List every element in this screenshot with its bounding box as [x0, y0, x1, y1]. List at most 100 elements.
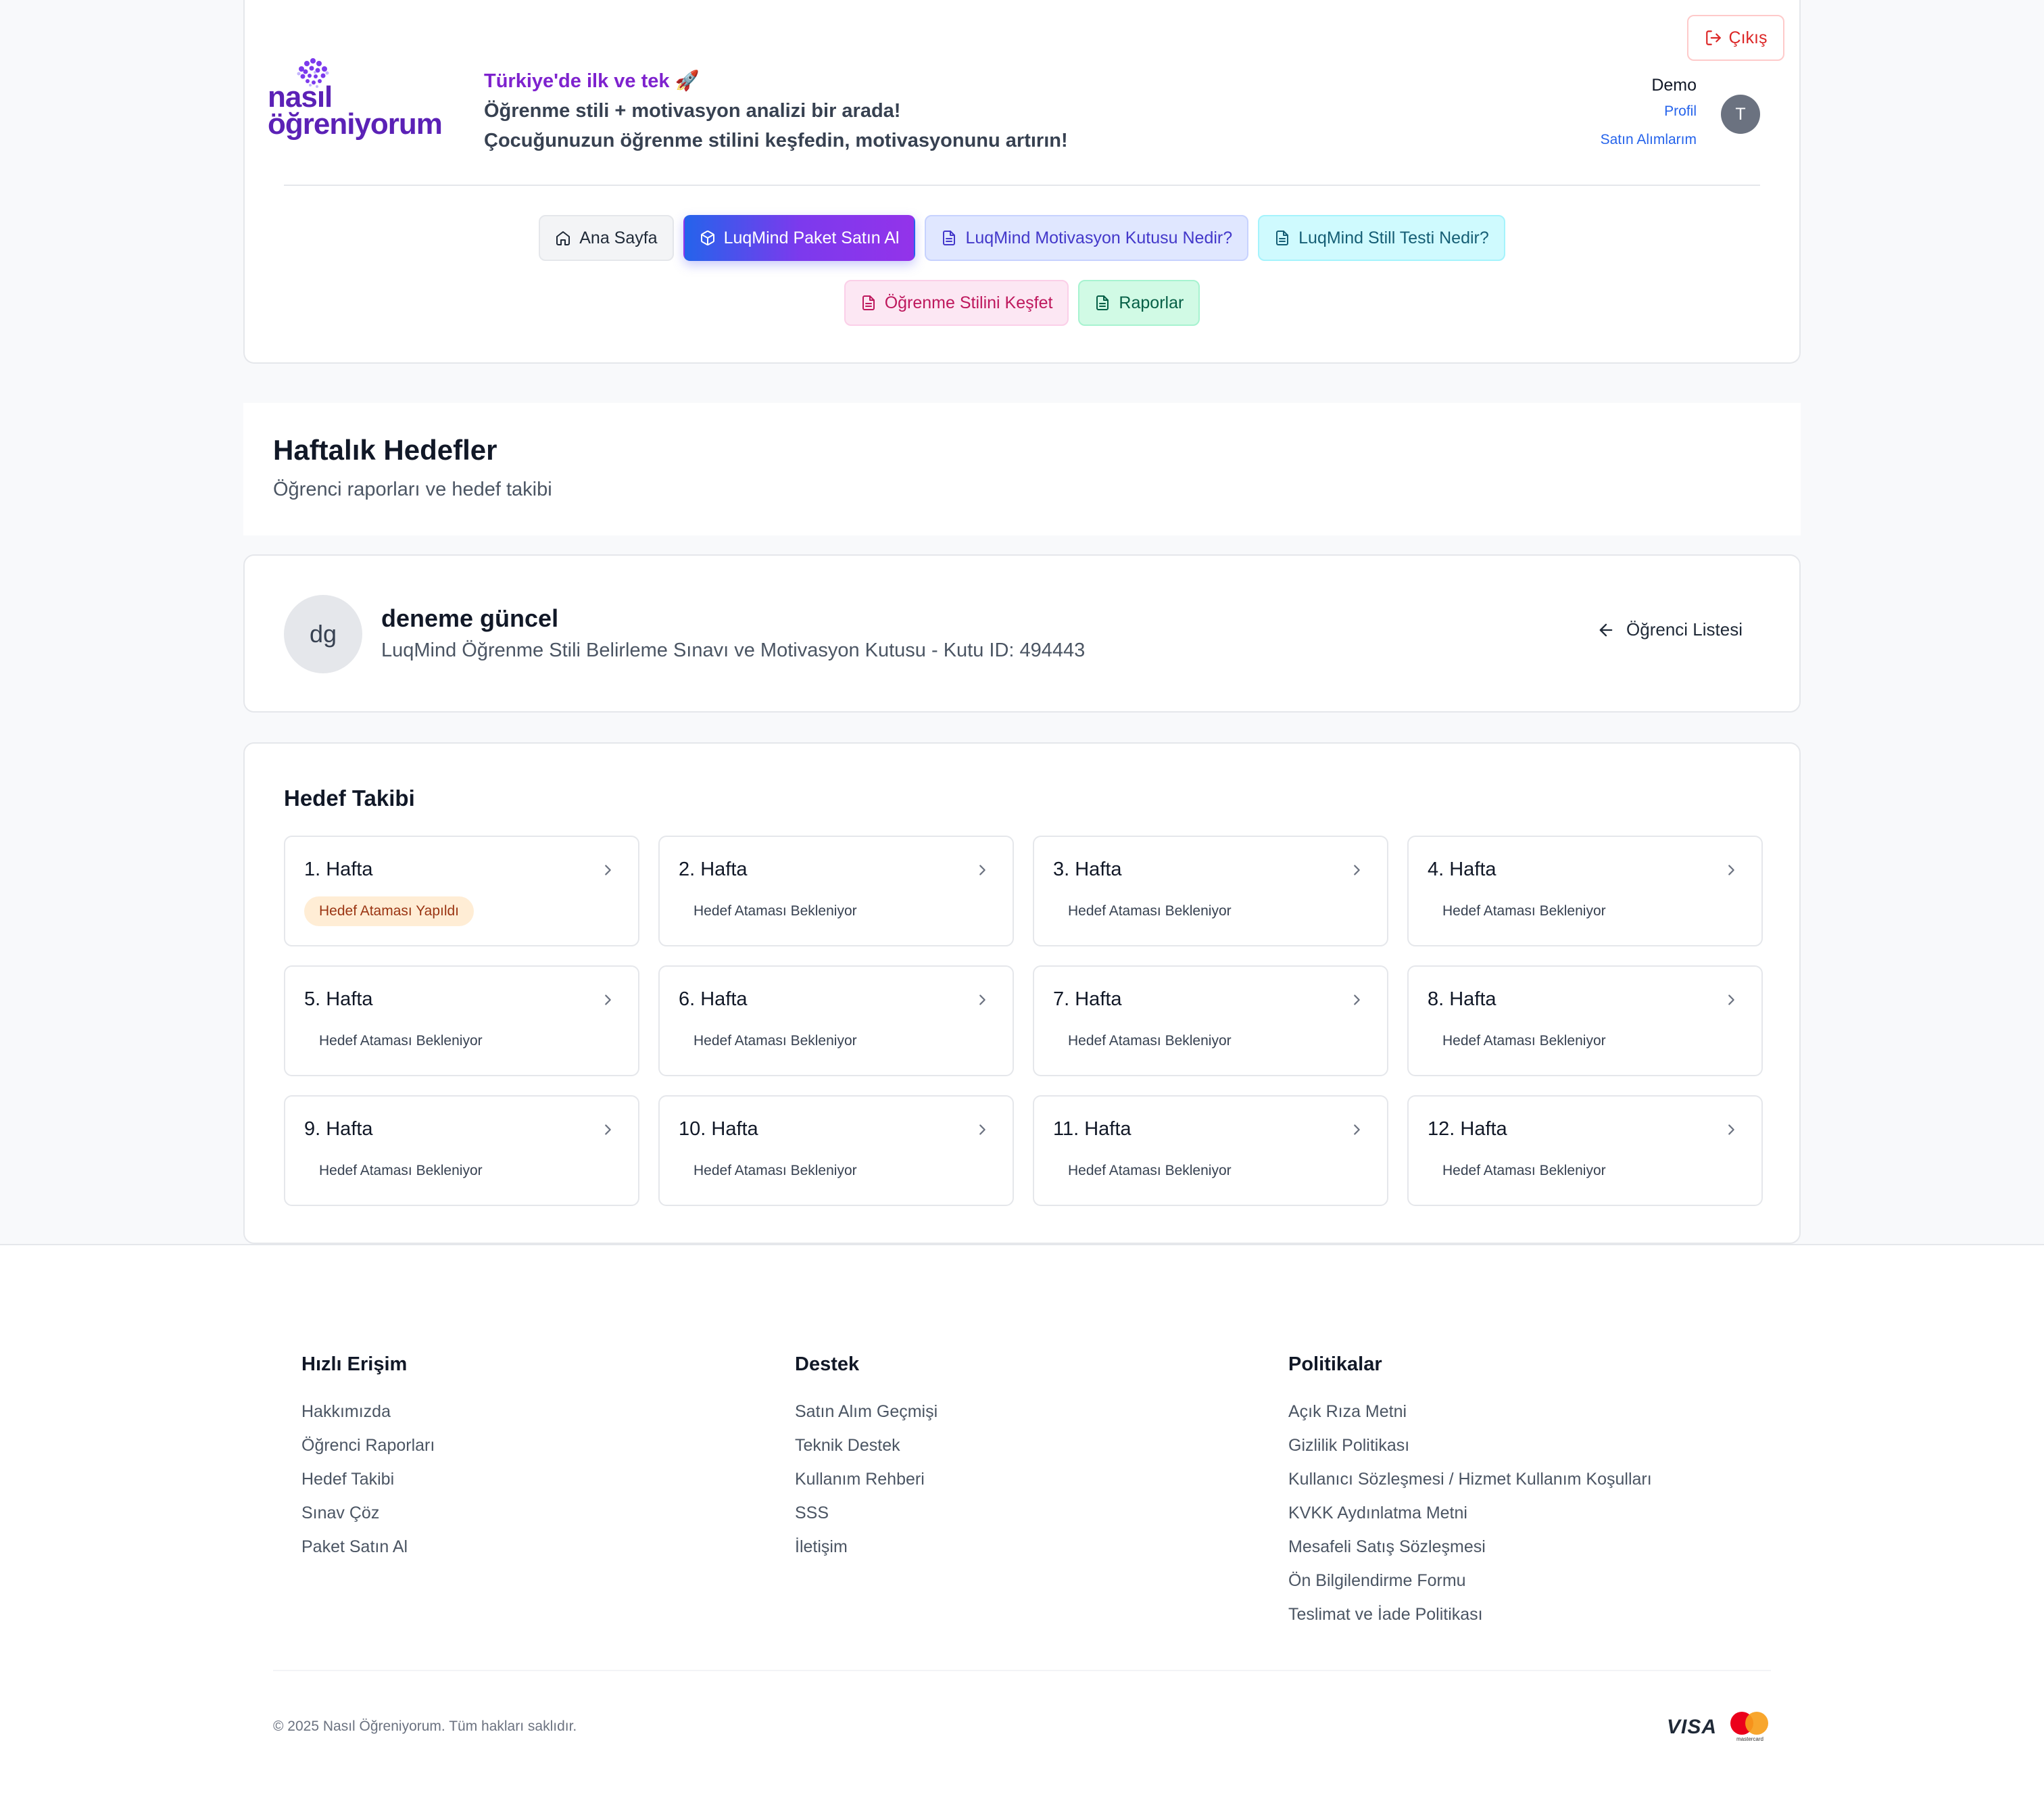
footer-policies-title: Politikalar: [1288, 1353, 1382, 1375]
status-badge: Hedef Ataması Bekleniyor: [694, 1163, 857, 1178]
nav-home-button[interactable]: Ana Sayfa: [539, 215, 674, 261]
week-title: 3. Hafta: [1053, 859, 1122, 880]
week-card[interactable]: 8. Hafta Hedef Ataması Bekleniyor: [1407, 965, 1763, 1076]
student-card: dg deneme güncel LuqMind Öğrenme Stili B…: [243, 554, 1801, 713]
week-card[interactable]: 11. Hafta Hedef Ataması Bekleniyor: [1033, 1095, 1388, 1206]
user-name: Demo: [1651, 76, 1697, 95]
header-divider: [284, 185, 1760, 186]
package-icon: [700, 231, 714, 245]
week-title: 5. Hafta: [304, 988, 373, 1010]
chevron-right-icon: [1728, 865, 1734, 875]
status-badge: Hedef Ataması Bekleniyor: [1068, 1163, 1232, 1178]
footer-quick-access-title: Hızlı Erişim: [301, 1353, 408, 1375]
week-title: 10. Hafta: [679, 1118, 758, 1140]
week-card[interactable]: 10. Hafta Hedef Ataması Bekleniyor: [658, 1095, 1014, 1206]
footer-link[interactable]: KVKK Aydınlatma Metni: [1288, 1496, 1652, 1530]
footer-link[interactable]: Öğrenci Raporları: [301, 1428, 435, 1462]
footer-link[interactable]: Teknik Destek: [795, 1428, 938, 1462]
footer-link[interactable]: Ön Bilgilendirme Formu: [1288, 1564, 1652, 1597]
nav-still-test-button[interactable]: LuqMind Still Testi Nedir?: [1258, 215, 1505, 261]
chevron-right-icon: [979, 865, 986, 875]
arrow-left-icon: [1599, 623, 1613, 636]
footer-link[interactable]: SSS: [795, 1496, 938, 1530]
main-nav-row-2: Öğrenme Stilini Keşfet Raporlar: [245, 280, 1799, 326]
footer-link[interactable]: Hakkımızda: [301, 1395, 435, 1428]
footer-support: Destek Satın Alım Geçmişi Teknik Destek …: [795, 1353, 938, 1564]
document-icon: [1096, 295, 1109, 310]
brand-logo[interactable]: nasıl öğreniyorum: [268, 54, 450, 142]
document-icon: [862, 295, 875, 310]
tagline-line-3: Çocuğunuzun öğrenme stilini keşfedin, mo…: [484, 130, 1068, 151]
week-title: 1. Hafta: [304, 859, 373, 880]
payment-icons: VISA mastercard: [1667, 1712, 1770, 1743]
week-title: 8. Hafta: [1428, 988, 1496, 1010]
student-name: deneme güncel: [381, 604, 559, 632]
status-badge: Hedef Ataması Bekleniyor: [1442, 1163, 1606, 1178]
status-badge: Hedef Ataması Bekleniyor: [1442, 1033, 1606, 1049]
goal-tracking-card: Hedef Takibi 1. Hafta Hedef Ataması Yapı…: [243, 742, 1801, 1244]
profile-link[interactable]: Profil: [1601, 97, 1697, 126]
main-nav-row-1: Ana Sayfa LuqMind Paket Satın Al LuqMind…: [245, 215, 1799, 261]
status-badge: Hedef Ataması Bekleniyor: [694, 1033, 857, 1049]
logout-button[interactable]: Çıkış: [1687, 15, 1784, 61]
week-title: 11. Hafta: [1053, 1118, 1132, 1140]
week-card[interactable]: 4. Hafta Hedef Ataması Bekleniyor: [1407, 836, 1763, 946]
nav-still-test-label: LuqMind Still Testi Nedir?: [1298, 228, 1489, 247]
page-subtitle: Öğrenci raporları ve hedef takibi: [273, 479, 552, 500]
week-card[interactable]: 9. Hafta Hedef Ataması Bekleniyor: [284, 1095, 639, 1206]
avatar[interactable]: T: [1721, 95, 1760, 134]
status-badge: Hedef Ataması Bekleniyor: [319, 1033, 483, 1049]
chevron-right-icon: [605, 865, 611, 875]
week-card[interactable]: 6. Hafta Hedef Ataması Bekleniyor: [658, 965, 1014, 1076]
footer-divider: [273, 1670, 1771, 1671]
week-title: 2. Hafta: [679, 859, 748, 880]
week-card[interactable]: 3. Hafta Hedef Ataması Bekleniyor: [1033, 836, 1388, 946]
week-title: 6. Hafta: [679, 988, 748, 1010]
footer-link[interactable]: Kullanım Rehberi: [795, 1462, 938, 1496]
nav-buy-package-button[interactable]: LuqMind Paket Satın Al: [683, 215, 916, 261]
week-title: 9. Hafta: [304, 1118, 373, 1140]
page-title: Haftalık Hedefler: [273, 434, 497, 466]
week-card[interactable]: 12. Hafta Hedef Ataması Bekleniyor: [1407, 1095, 1763, 1206]
student-list-back-label: Öğrenci Listesi: [1626, 619, 1743, 640]
footer-link[interactable]: Paket Satın Al: [301, 1530, 435, 1564]
mastercard-label: mastercard: [1736, 1736, 1763, 1742]
footer-link[interactable]: Teslimat ve İade Politikası: [1288, 1597, 1652, 1631]
footer-link[interactable]: Mesafeli Satış Sözleşmesi: [1288, 1530, 1652, 1564]
logout-label: Çıkış: [1728, 28, 1768, 47]
week-grid: 1. Hafta Hedef Ataması Yapıldı 2. Hafta …: [284, 836, 1763, 1206]
student-list-back-link[interactable]: Öğrenci Listesi: [1597, 619, 1743, 640]
week-card[interactable]: 5. Hafta Hedef Ataması Bekleniyor: [284, 965, 639, 1076]
footer-link[interactable]: Kullanıcı Sözleşmesi / Hizmet Kullanım K…: [1288, 1462, 1652, 1496]
nav-motivation-box-button[interactable]: LuqMind Motivasyon Kutusu Nedir?: [925, 215, 1249, 261]
nav-buy-package-label: LuqMind Paket Satın Al: [723, 228, 900, 247]
nav-reports-button[interactable]: Raporlar: [1078, 280, 1200, 326]
footer-link[interactable]: Açık Rıza Metni: [1288, 1395, 1652, 1428]
nav-discover-style-label: Öğrenme Stilini Keşfet: [884, 293, 1053, 312]
nav-discover-style-button[interactable]: Öğrenme Stilini Keşfet: [844, 280, 1069, 326]
chevron-right-icon: [979, 994, 986, 1005]
mastercard-icon: mastercard: [1730, 1712, 1770, 1743]
purchases-link[interactable]: Satın Alımlarım: [1601, 126, 1697, 154]
nav-motivation-box-label: LuqMind Motivasyon Kutusu Nedir?: [965, 228, 1233, 247]
tagline-line-2: Öğrenme stili + motivasyon analizi bir a…: [484, 100, 901, 122]
week-title: 7. Hafta: [1053, 988, 1122, 1010]
footer-link[interactable]: Gizlilik Politikası: [1288, 1428, 1652, 1462]
status-badge: Hedef Ataması Bekleniyor: [694, 903, 857, 919]
footer-support-title: Destek: [795, 1353, 860, 1375]
student-avatar: dg: [284, 595, 362, 673]
chevron-right-icon: [605, 1124, 611, 1135]
chevron-right-icon: [979, 1124, 986, 1135]
document-icon: [943, 231, 956, 245]
logout-icon: [1705, 30, 1721, 45]
home-icon: [556, 231, 570, 245]
footer-link[interactable]: Hedef Takibi: [301, 1462, 435, 1496]
mastercard-circle-orange: [1745, 1712, 1768, 1735]
footer-link[interactable]: Sınav Çöz: [301, 1496, 435, 1530]
footer-link[interactable]: İletişim: [795, 1530, 938, 1564]
footer-link[interactable]: Satın Alım Geçmişi: [795, 1395, 938, 1428]
week-card[interactable]: 1. Hafta Hedef Ataması Yapıldı: [284, 836, 639, 946]
week-card[interactable]: 7. Hafta Hedef Ataması Bekleniyor: [1033, 965, 1388, 1076]
week-card[interactable]: 2. Hafta Hedef Ataması Bekleniyor: [658, 836, 1014, 946]
chevron-right-icon: [1728, 994, 1734, 1005]
